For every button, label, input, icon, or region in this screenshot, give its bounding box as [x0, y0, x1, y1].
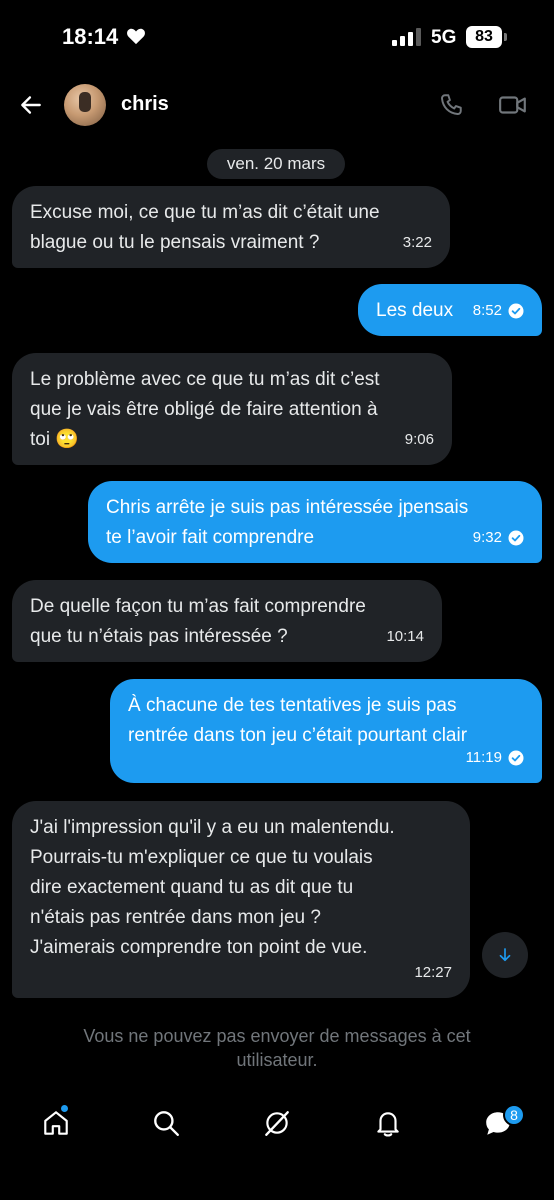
message-time: 10:14 — [386, 628, 424, 645]
read-check-icon — [508, 750, 524, 766]
message-outgoing[interactable]: Chris arrête je suis pas intéressée jpen… — [88, 481, 542, 563]
back-arrow-icon[interactable] — [18, 92, 44, 118]
bell-icon[interactable] — [373, 1108, 403, 1138]
heart-icon — [127, 28, 145, 45]
message-incoming[interactable]: J'ai l'impression qu'il y a eu un malent… — [12, 801, 470, 998]
message-time: 8:52 — [472, 302, 502, 319]
message-outgoing[interactable]: À chacune de tes tentatives je suis pas … — [110, 679, 542, 783]
message-text: Excuse moi, ce que tu m’as dit c’était u… — [30, 202, 380, 253]
date-separator: ven. 20 mars — [207, 149, 345, 179]
home-notification-dot — [60, 1104, 69, 1113]
message-time: 11:19 — [465, 749, 502, 766]
message-incoming[interactable]: De quelle façon tu m’as fait comprendre … — [12, 580, 442, 662]
message-time: 3:22 — [402, 234, 432, 251]
message-text: Le problème avec ce que tu m’as dit c’es… — [30, 369, 380, 450]
read-check-icon — [508, 303, 524, 319]
message-text: À chacune de tes tentatives je suis pas … — [128, 695, 468, 746]
video-camera-icon[interactable] — [498, 93, 528, 117]
message-text: Chris arrête je suis pas intéressée jpen… — [106, 497, 469, 548]
message-time: 9:32 — [472, 529, 502, 546]
status-time: 18:14 — [62, 24, 119, 49]
cannot-message-notice: Vous ne pouvez pas envoyer de messages à… — [83, 1026, 471, 1070]
bottom-navigation: 8 — [0, 1100, 554, 1150]
grok-icon[interactable] — [262, 1108, 292, 1138]
arrow-down-icon — [499, 948, 511, 962]
message-outgoing[interactable]: Les deux 8:52 — [358, 284, 542, 336]
read-check-icon — [508, 530, 524, 546]
messages-badge: 8 — [503, 1104, 525, 1126]
conversation-header: chris — [0, 76, 554, 140]
battery-level: 83 — [475, 28, 493, 45]
message-incoming[interactable]: Excuse moi, ce que tu m’as dit c’était u… — [12, 186, 450, 268]
signal-icon — [392, 28, 421, 46]
scroll-to-bottom-button[interactable] — [482, 932, 528, 978]
message-text: De quelle façon tu m’as fait comprendre … — [30, 596, 366, 647]
message-time: 12:27 — [414, 964, 452, 981]
avatar[interactable] — [64, 84, 106, 126]
network-label: 5G — [431, 27, 457, 48]
status-bar: 18:14 5G 83 — [0, 0, 554, 76]
phone-icon[interactable] — [438, 92, 464, 118]
contact-name[interactable]: chris — [121, 93, 169, 116]
search-icon[interactable] — [151, 1108, 181, 1138]
battery-icon: 83 — [466, 26, 507, 48]
message-incoming[interactable]: Le problème avec ce que tu m’as dit c’es… — [12, 353, 452, 465]
message-text: J'ai l'impression qu'il y a eu un malent… — [30, 817, 395, 958]
message-time: 9:06 — [404, 431, 434, 448]
